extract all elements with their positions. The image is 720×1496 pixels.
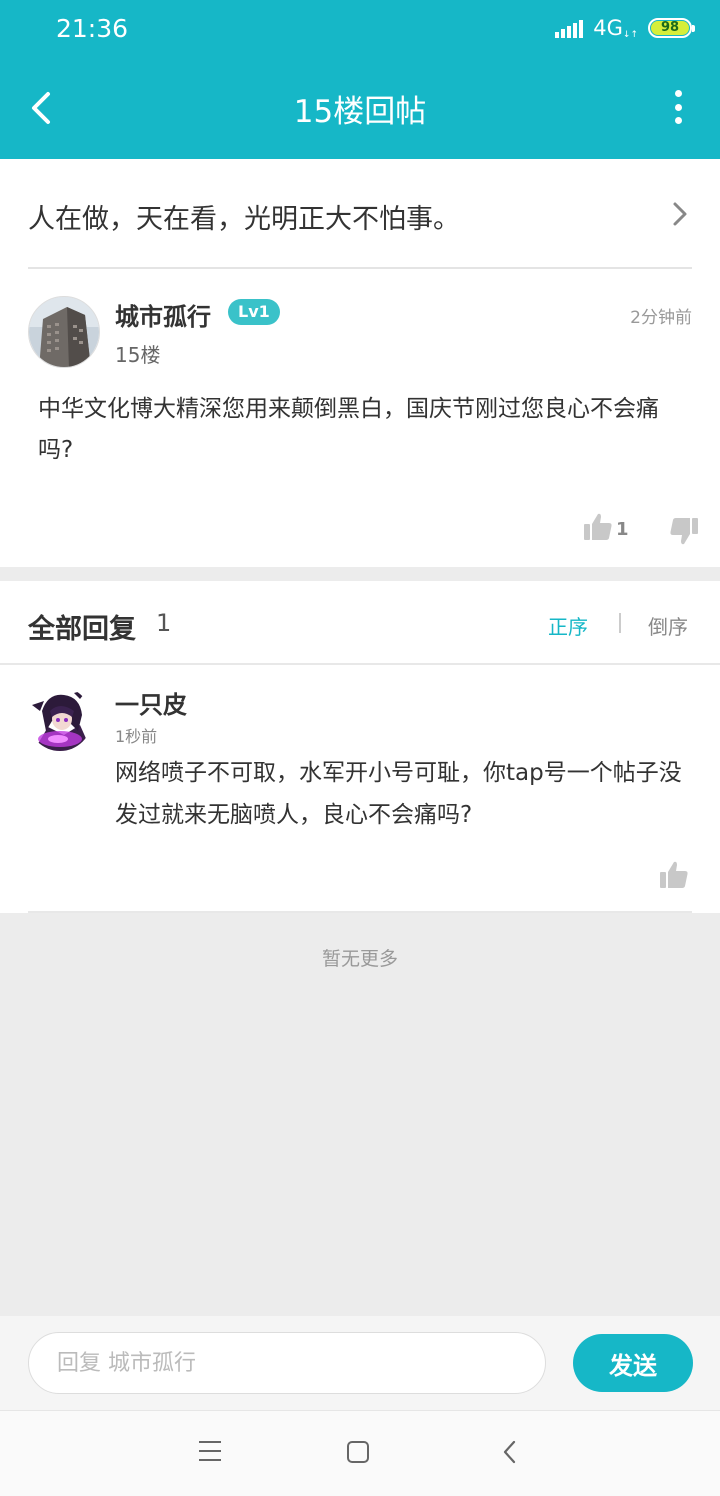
sort-ascending-button[interactable]: 正序 [548, 611, 588, 640]
replies-section: 全部回复 1 正序 倒序 一只皮 1秒前 网络喷子不可取，水军开小号可耻，你ta… [0, 581, 720, 913]
chevron-right-icon [673, 202, 687, 226]
app-header: 21:36 4G↓↑ 98 15楼回帖 [0, 0, 720, 159]
replies-title: 全部回复 [28, 614, 136, 645]
page-title: 15楼回帖 [293, 94, 427, 130]
post-time: 2分钟前 [630, 308, 692, 328]
floor-number: 15楼 [115, 343, 161, 367]
menu-icon[interactable] [199, 1441, 221, 1461]
sort-descending-button[interactable]: 倒序 [648, 611, 688, 640]
reply-time: 1秒前 [115, 727, 158, 746]
signal-icon [555, 18, 584, 38]
battery-level: 98 [651, 21, 689, 35]
system-nav-bar [0, 1410, 720, 1496]
thumbs-down-icon[interactable] [668, 515, 700, 547]
more-options-icon[interactable] [672, 90, 684, 124]
status-time: 21:36 [56, 14, 129, 43]
level-badge: Lv1 [228, 299, 280, 325]
reply-input[interactable] [28, 1332, 546, 1394]
reply-author[interactable]: 一只皮 [115, 685, 187, 720]
avatar[interactable] [28, 296, 100, 368]
reply-content: 网络喷子不可取，水军开小号可耻，你tap号一个帖子没发过就来无脑喷人，良心不会痛… [115, 760, 682, 828]
like-count: 1 [616, 519, 629, 540]
status-indicators: 4G↓↑ 98 [555, 16, 695, 40]
status-bar: 21:36 4G↓↑ 98 [0, 0, 720, 56]
network-type: 4G↓↑ [593, 16, 638, 40]
post-content: 中华文化博大精深您用来颠倒黑白，国庆节刚过您良心不会痛吗? [38, 396, 659, 463]
send-button[interactable]: 发送 [573, 1334, 693, 1392]
reply-bar: 发送 [0, 1316, 720, 1410]
divider [28, 911, 692, 913]
post-author[interactable]: 城市孤行 [115, 297, 211, 332]
back-nav-icon[interactable] [500, 1439, 520, 1465]
battery-icon: 98 [648, 18, 695, 38]
topic-link[interactable]: 人在做，天在看，光明正大不怕事。 [28, 159, 692, 269]
home-square-icon[interactable] [347, 1441, 369, 1463]
post-card: 人在做，天在看，光明正大不怕事。 城市孤行 Lv1 15楼 2分钟前 中华文化博… [0, 159, 720, 567]
thumbs-up-icon[interactable] [658, 859, 690, 891]
sort-divider [619, 613, 621, 633]
replies-count: 1 [156, 609, 172, 637]
avatar[interactable] [28, 687, 92, 751]
replies-header: 全部回复 1 正序 倒序 [0, 581, 720, 665]
topic-title: 人在做，天在看，光明正大不怕事。 [28, 204, 460, 235]
no-more-text: 暂无更多 [321, 948, 398, 970]
thumbs-up-icon[interactable] [582, 511, 614, 543]
